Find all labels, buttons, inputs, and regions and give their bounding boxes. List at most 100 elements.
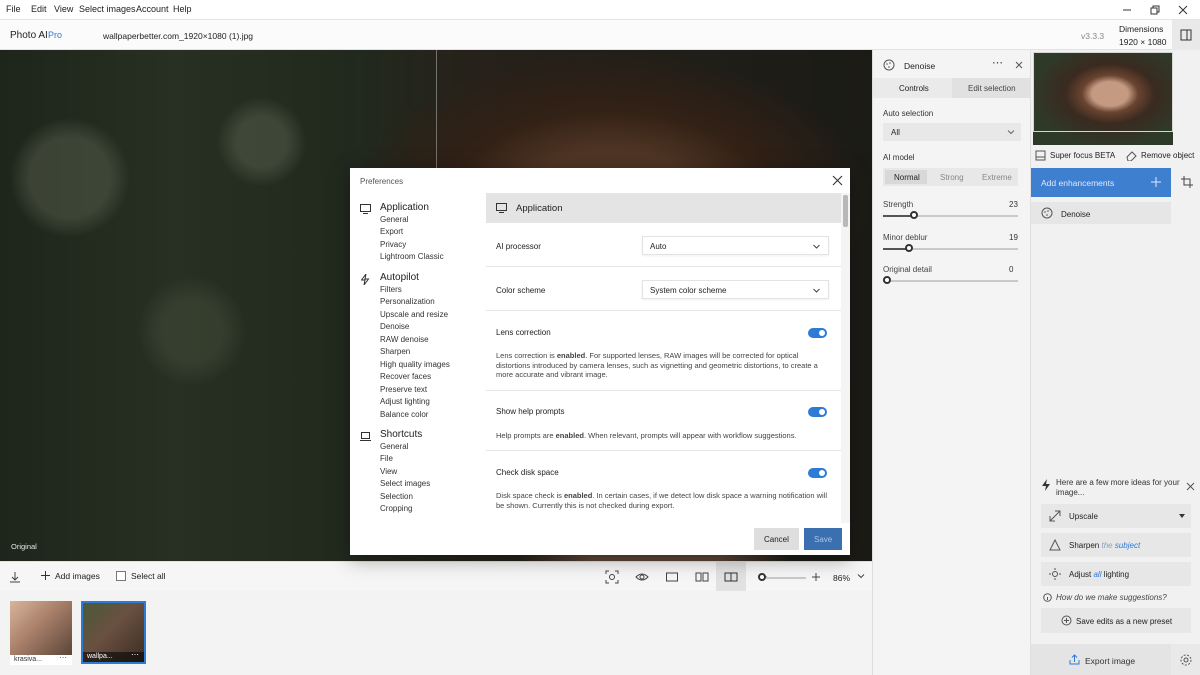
- nav-item[interactable]: Cropping: [380, 504, 412, 513]
- nav-item[interactable]: Denoise: [380, 322, 409, 331]
- super-focus-button[interactable]: Super focus BETA: [1035, 150, 1115, 161]
- slider-track[interactable]: [883, 280, 1018, 282]
- crop-button[interactable]: [1181, 176, 1193, 188]
- save-preset-button[interactable]: Save edits as a new preset: [1041, 608, 1191, 633]
- slider-knob[interactable]: [910, 211, 919, 219]
- nav-item[interactable]: Export: [380, 227, 403, 236]
- dismiss-ideas-button[interactable]: [1186, 482, 1195, 491]
- zoom-level[interactable]: 86%: [833, 573, 850, 583]
- enhancement-item-denoise[interactable]: Denoise: [1031, 202, 1171, 224]
- zoom-in-button[interactable]: [809, 570, 823, 584]
- slider-value[interactable]: 19: [1009, 233, 1018, 242]
- help-prompts-toggle[interactable]: [808, 407, 827, 417]
- navigator-thumbnail[interactable]: [1033, 52, 1173, 145]
- close-dialog-button[interactable]: [832, 175, 843, 186]
- nav-item[interactable]: General: [380, 442, 408, 451]
- nav-item[interactable]: File: [380, 454, 393, 463]
- select-all-label: Select all: [131, 571, 166, 581]
- how-suggestions-link[interactable]: How do we make suggestions?: [1043, 593, 1167, 602]
- close-window-button[interactable]: [1176, 3, 1190, 17]
- menu-file[interactable]: File: [6, 4, 21, 14]
- help-prompts-description: Help prompts are enabled. When relevant,…: [496, 431, 834, 441]
- nav-item[interactable]: Selection: [380, 492, 413, 501]
- nav-item[interactable]: Upscale and resize: [380, 310, 448, 319]
- more-icon[interactable]: ⋯: [131, 650, 139, 659]
- model-extreme-label: Extreme: [982, 173, 1012, 182]
- nav-item[interactable]: View: [380, 467, 397, 476]
- zoom-slider[interactable]: [766, 577, 806, 579]
- select-all-checkbox[interactable]: Select all: [116, 571, 166, 581]
- zoom-slider-knob[interactable]: [758, 573, 766, 581]
- scrollbar-track[interactable]: [841, 193, 850, 523]
- dialog-title: Preferences: [360, 177, 404, 186]
- nav-item[interactable]: General: [380, 215, 408, 224]
- nav-item[interactable]: Preserve text: [380, 385, 427, 394]
- face-detect-button[interactable]: [605, 570, 619, 584]
- add-images-button[interactable]: Add images: [40, 570, 100, 581]
- tab-edit-selection[interactable]: Edit selection: [952, 78, 1031, 98]
- nav-item[interactable]: Recover faces: [380, 372, 431, 381]
- minimize-button[interactable]: [1120, 3, 1134, 17]
- side-by-side-button[interactable]: [695, 570, 709, 584]
- nav-item[interactable]: Select images: [380, 479, 430, 488]
- slider-value[interactable]: 0: [1009, 265, 1013, 274]
- single-view-button[interactable]: [665, 570, 679, 584]
- slider-knob[interactable]: [904, 244, 913, 252]
- tab-controls[interactable]: Controls: [873, 78, 952, 98]
- nav-item[interactable]: Adjust lighting: [380, 397, 430, 406]
- remove-object-button[interactable]: Remove object: [1126, 150, 1194, 161]
- nav-heading-application[interactable]: Application: [380, 202, 429, 213]
- color-scheme-select[interactable]: System color scheme: [642, 280, 829, 299]
- settings-icon: [1180, 654, 1192, 666]
- nav-item[interactable]: RAW denoise: [380, 335, 429, 344]
- disk-space-toggle[interactable]: [808, 468, 827, 478]
- menu-account[interactable]: Account: [136, 4, 169, 14]
- more-options-icon[interactable]: ⋯: [992, 56, 1003, 69]
- close-panel-button[interactable]: [1014, 60, 1024, 70]
- nav-item[interactable]: High quality images: [380, 360, 450, 369]
- menu-select-images[interactable]: Select images: [79, 4, 136, 14]
- save-button[interactable]: Save: [804, 528, 842, 550]
- filmstrip-thumb-1[interactable]: [10, 601, 72, 655]
- nav-item[interactable]: Sharpen: [380, 347, 410, 356]
- navigator-viewport[interactable]: [1033, 52, 1173, 132]
- nav-item[interactable]: Filters: [380, 285, 402, 294]
- slider-knob[interactable]: [883, 276, 891, 284]
- panel-toggle-button[interactable]: [1172, 20, 1200, 50]
- ai-processor-select[interactable]: Auto: [642, 236, 829, 255]
- lens-correction-toggle[interactable]: [808, 328, 827, 338]
- cancel-button[interactable]: Cancel: [754, 528, 799, 550]
- export-image-button[interactable]: Export image: [1031, 644, 1171, 675]
- add-enhancements-button[interactable]: Add enhancements: [1031, 168, 1171, 197]
- nav-item[interactable]: Personalization: [380, 297, 435, 306]
- menu-view[interactable]: View: [54, 4, 73, 14]
- split-view-button[interactable]: [716, 562, 746, 592]
- suggestion-sharpen[interactable]: Sharpen the subject: [1041, 533, 1191, 557]
- caret-down-icon[interactable]: [1179, 513, 1185, 519]
- model-strong[interactable]: Strong: [930, 170, 972, 184]
- nav-heading-shortcuts[interactable]: Shortcuts: [380, 429, 422, 440]
- menu-edit[interactable]: Edit: [31, 4, 47, 14]
- zoom-dropdown[interactable]: [856, 571, 866, 581]
- cancel-label: Cancel: [764, 535, 789, 544]
- scrollbar-thumb[interactable]: [843, 195, 848, 227]
- more-icon[interactable]: ⋯: [59, 653, 67, 662]
- auto-selection-dropdown[interactable]: All: [883, 123, 1021, 141]
- collapse-filmstrip-button[interactable]: [8, 570, 22, 584]
- restore-button[interactable]: [1148, 3, 1162, 17]
- eye-icon: [635, 573, 649, 581]
- suggestion-upscale[interactable]: Upscale: [1041, 504, 1191, 528]
- slider-value[interactable]: 23: [1009, 200, 1018, 209]
- nav-item[interactable]: Privacy: [380, 240, 406, 249]
- suggestion-sharpen-label: Sharpen the subject: [1069, 541, 1140, 550]
- filmstrip-thumb-2[interactable]: wallpa... ⋯: [81, 601, 146, 664]
- preview-button[interactable]: [635, 570, 649, 584]
- nav-item[interactable]: Balance color: [380, 410, 428, 419]
- model-normal[interactable]: Normal: [885, 170, 927, 184]
- menu-help[interactable]: Help: [173, 4, 192, 14]
- nav-heading-autopilot[interactable]: Autopilot: [380, 272, 419, 283]
- suggestion-adjust-lighting[interactable]: Adjust all lighting: [1041, 562, 1191, 586]
- model-extreme[interactable]: Extreme: [974, 170, 1016, 184]
- export-settings-button[interactable]: [1171, 644, 1200, 675]
- nav-item[interactable]: Lightroom Classic: [380, 252, 444, 261]
